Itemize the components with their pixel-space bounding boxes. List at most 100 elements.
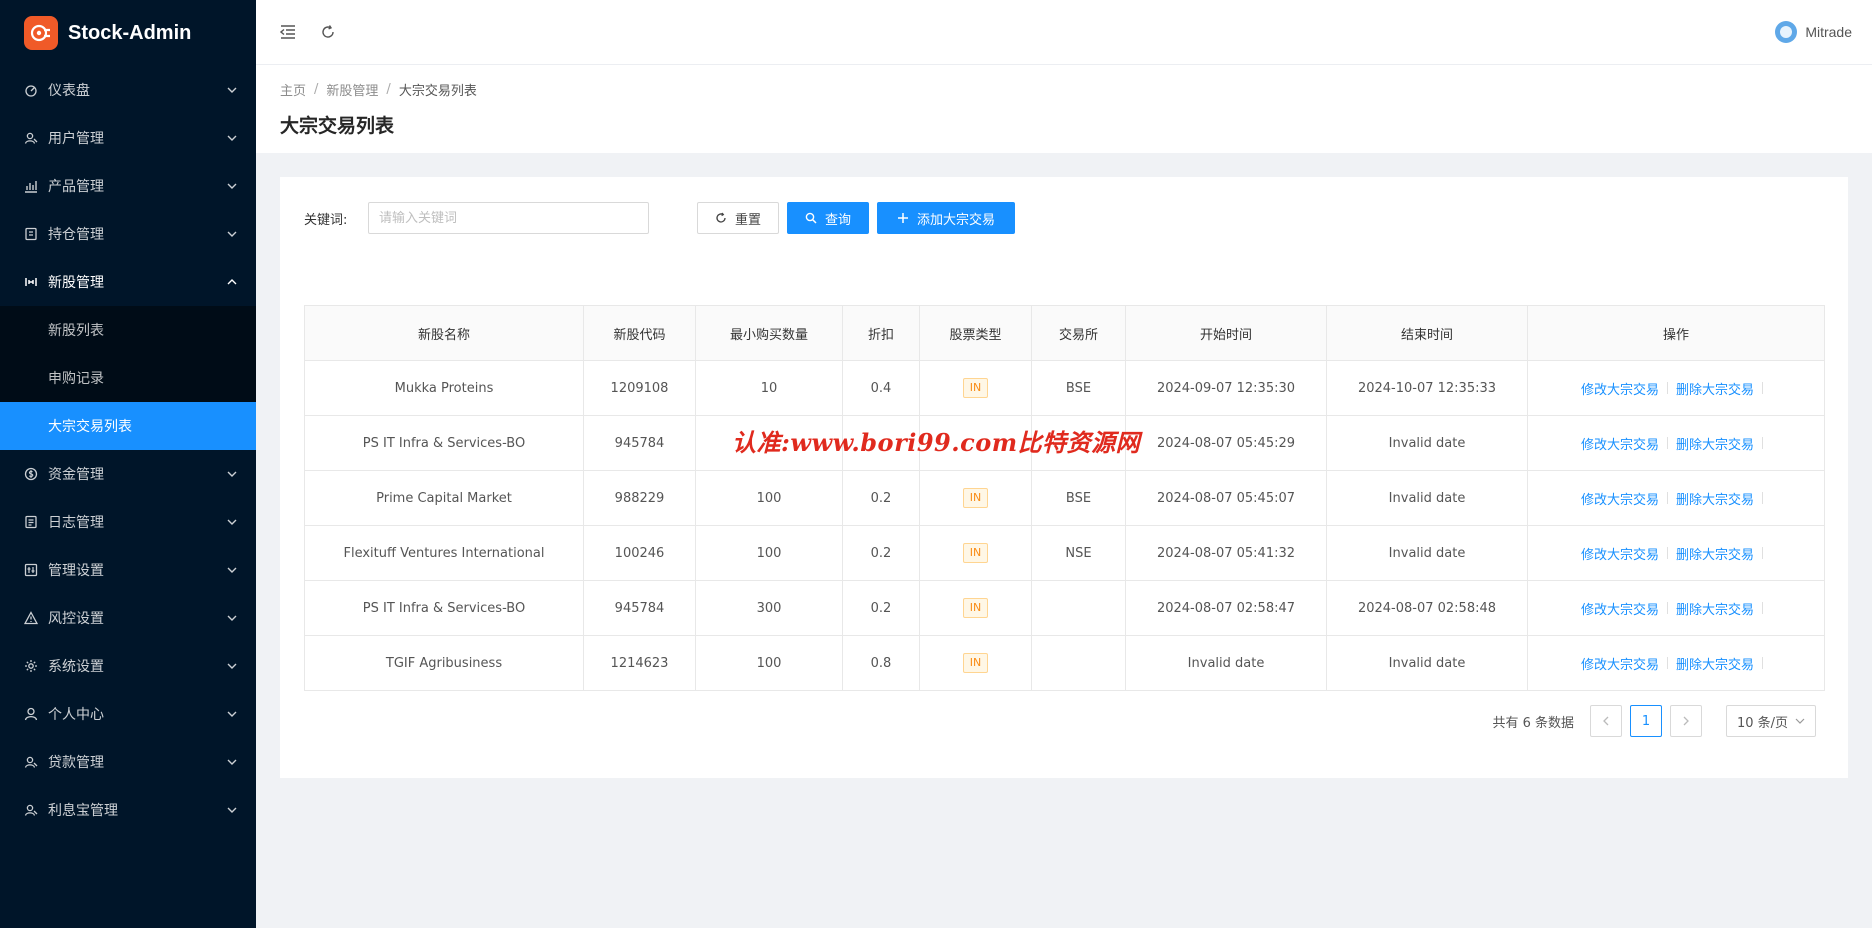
search-label: 查询: [824, 212, 851, 228]
cell-end: Invalid date: [1326, 415, 1528, 471]
add-block-trade-button[interactable]: 添加大宗交易: [877, 202, 1015, 234]
submenu-item[interactable]: 申购记录: [0, 354, 256, 402]
cell-code: 988229: [583, 470, 696, 526]
cell-min-qty: 300: [695, 580, 843, 636]
reset-button[interactable]: 重置: [697, 202, 779, 234]
sidebar-item[interactable]: 利息宝管理: [0, 786, 256, 834]
cell-name: Mukka Proteins: [304, 360, 584, 416]
page-size-value: 10 条/页: [1737, 715, 1789, 731]
delete-block-trade-link[interactable]: 删除大宗交易: [1676, 489, 1754, 508]
sidebar-item-label: 个人中心: [48, 707, 104, 723]
sidebar-item[interactable]: 持仓管理: [0, 210, 256, 258]
edit-block-trade-link[interactable]: 修改大宗交易: [1581, 434, 1659, 453]
cell-code: 1214623: [583, 635, 696, 691]
sidebar-item-label: 仪表盘: [48, 83, 90, 99]
breadcrumb-separator: /: [386, 81, 391, 97]
sidebar-menu: 仪表盘用户管理 产品管理持仓管理新股管理 新股列表 申购记录 大宗交易列表 资金管理 日志管…: [0, 66, 256, 834]
edit-block-trade-link[interactable]: 修改大宗交易: [1581, 599, 1659, 618]
cell-discount: 0.8: [842, 635, 920, 691]
breadcrumb-home[interactable]: 主页: [280, 80, 306, 99]
chevron-left-icon: [1603, 716, 1609, 726]
sidebar-item[interactable]: 系统设置: [0, 642, 256, 690]
prev-page-button[interactable]: [1590, 705, 1622, 737]
users-icon: [24, 131, 38, 145]
sidebar-item[interactable]: 用户管理: [0, 114, 256, 162]
cell-end: Invalid date: [1326, 525, 1528, 581]
sidebar-item-label: 风控设置: [48, 611, 104, 627]
cell-start: 2024-08-07 05:45:07: [1125, 470, 1327, 526]
sidebar-item[interactable]: 仪表盘: [0, 66, 256, 114]
column-header: 开始时间: [1125, 305, 1327, 361]
chevron-down-icon: [226, 180, 238, 192]
sidebar-item-label: 持仓管理: [48, 227, 104, 243]
cell-code: 100246: [583, 525, 696, 581]
delete-block-trade-link[interactable]: 删除大宗交易: [1676, 654, 1754, 673]
chevron-down-icon: [226, 612, 238, 624]
search-button[interactable]: 查询: [787, 202, 869, 234]
cell-exchange: [1031, 580, 1126, 636]
user-icon: [24, 707, 38, 721]
delete-block-trade-link[interactable]: 删除大宗交易: [1676, 544, 1754, 563]
cell-actions: 修改大宗交易 删除大宗交易: [1527, 635, 1825, 691]
chevron-up-icon: [226, 276, 238, 288]
app-title: Stock-Admin: [68, 21, 192, 44]
sidebar-item[interactable]: 风控设置: [0, 594, 256, 642]
next-page-button[interactable]: [1670, 705, 1702, 737]
divider: [1667, 492, 1668, 504]
sidebar-item[interactable]: 日志管理: [0, 498, 256, 546]
cell-type: IN: [919, 525, 1032, 581]
stock-type-tag: IN: [962, 488, 989, 508]
delete-block-trade-link[interactable]: 删除大宗交易: [1676, 434, 1754, 453]
cell-min-qty: 10: [695, 360, 843, 416]
refresh-icon[interactable]: [318, 22, 338, 42]
keyword-input[interactable]: [368, 202, 649, 234]
cell-exchange: NSE: [1031, 525, 1126, 581]
sidebar-item[interactable]: 贷款管理: [0, 738, 256, 786]
reset-label: 重置: [734, 212, 761, 228]
sidebar-item-label: 系统设置: [48, 659, 104, 675]
page-button[interactable]: 1: [1630, 705, 1662, 737]
divider: [1667, 437, 1668, 449]
divider: [1762, 547, 1764, 559]
cell-discount: 0.4: [842, 360, 920, 416]
submenu-item[interactable]: 新股列表: [0, 306, 256, 354]
gear-icon: [24, 659, 38, 673]
column-header: 结束时间: [1326, 305, 1528, 361]
column-header: 新股名称: [304, 305, 584, 361]
edit-block-trade-link[interactable]: 修改大宗交易: [1581, 379, 1659, 398]
edit-block-trade-link[interactable]: 修改大宗交易: [1581, 654, 1659, 673]
delete-block-trade-link[interactable]: 删除大宗交易: [1676, 599, 1754, 618]
table-row: TGIF Agribusiness 1214623 100 0.8 IN Invalid …: [304, 635, 1825, 691]
edit-block-trade-link[interactable]: 修改大宗交易: [1581, 544, 1659, 563]
chevron-down-icon: [226, 132, 238, 144]
column-header: 交易所: [1031, 305, 1126, 361]
submenu-item[interactable]: 大宗交易列表: [0, 402, 256, 450]
sidebar-item[interactable]: 管理设置: [0, 546, 256, 594]
sidebar-item[interactable]: 个人中心: [0, 690, 256, 738]
admin-settings-icon: [24, 563, 38, 577]
breadcrumb-separator: /: [314, 81, 319, 97]
delete-block-trade-link[interactable]: 删除大宗交易: [1676, 379, 1754, 398]
sidebar-item[interactable]: 新股管理: [0, 258, 256, 306]
reload-icon: [715, 212, 727, 224]
chevron-down-icon: [226, 660, 238, 672]
user-menu[interactable]: Mitrade: [1775, 0, 1852, 64]
cell-start: 2024-08-07 02:58:47: [1125, 580, 1327, 636]
page-title: 大宗交易列表: [280, 115, 395, 137]
cell-exchange: [1031, 635, 1126, 691]
cell-name: Prime Capital Market: [304, 470, 584, 526]
collapse-menu-icon[interactable]: [278, 22, 298, 42]
breadcrumb-ipo[interactable]: 新股管理: [326, 80, 378, 99]
cell-min-qty: 100: [695, 525, 843, 581]
chevron-down-icon: [226, 84, 238, 96]
cell-name: Flexituff Ventures International: [304, 525, 584, 581]
content-card: 关键词: 重置 查询 添加大宗交易 新股名称新股代码最小购买数量折扣股票类型交易…: [280, 177, 1848, 778]
cell-end: Invalid date: [1326, 470, 1528, 526]
cell-min-qty: 100: [695, 470, 843, 526]
page-size-select[interactable]: 10 条/页: [1726, 705, 1816, 737]
sidebar-item[interactable]: 产品管理: [0, 162, 256, 210]
logo-area[interactable]: Stock-Admin: [0, 0, 256, 66]
cell-end: Invalid date: [1326, 635, 1528, 691]
sidebar-item[interactable]: 资金管理: [0, 450, 256, 498]
edit-block-trade-link[interactable]: 修改大宗交易: [1581, 489, 1659, 508]
